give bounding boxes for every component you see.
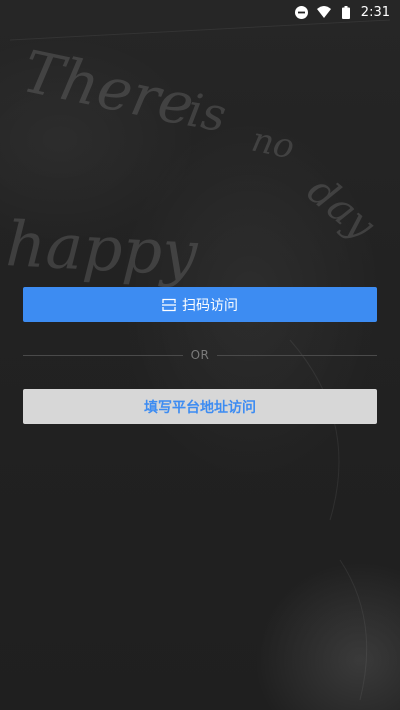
login-screen: There is no day happy 2:31 扫码访问 OR 填写平台地…: [0, 0, 400, 710]
chalk-word: day: [299, 167, 385, 249]
status-bar: 2:31: [0, 0, 400, 24]
scan-access-label: 扫码访问: [182, 297, 238, 314]
enter-address-label: 填写平台地址访问: [144, 399, 256, 416]
scan-icon: [162, 298, 176, 312]
or-label: OR: [190, 348, 210, 362]
divider-line-left: [23, 354, 183, 356]
divider-line-right: [217, 354, 378, 356]
do-not-disturb-icon: [295, 5, 309, 19]
or-divider: OR: [23, 347, 378, 363]
battery-icon: [339, 5, 353, 19]
chalk-word: no: [248, 120, 298, 168]
chalk-word: happy: [4, 207, 200, 290]
status-time: 2:31: [360, 4, 390, 20]
chalk-word: There: [17, 37, 200, 139]
chalk-word: is: [183, 83, 230, 143]
enter-address-button[interactable]: 填写平台地址访问: [23, 389, 377, 424]
scan-access-button[interactable]: 扫码访问: [23, 287, 377, 322]
wifi-icon: [316, 5, 331, 19]
